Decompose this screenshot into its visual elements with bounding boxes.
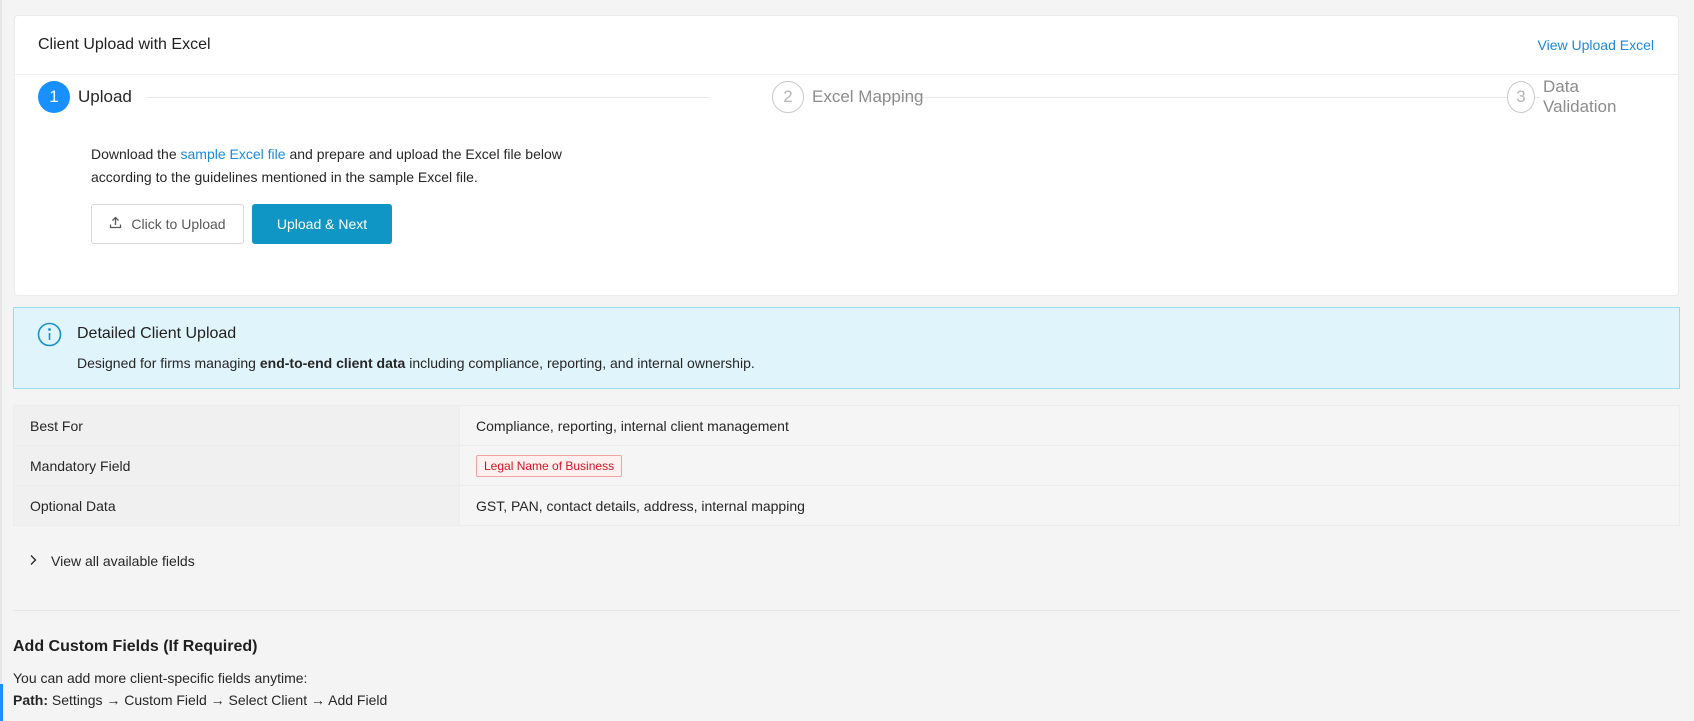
view-all-fields-label: View all available fields xyxy=(51,553,195,569)
info-text-suffix: including compliance, reporting, and int… xyxy=(405,355,755,371)
click-to-upload-label: Click to Upload xyxy=(131,216,226,232)
custom-fields-text: You can add more client-specific fields … xyxy=(13,670,308,686)
step-number: 3 xyxy=(1507,81,1536,113)
steps-progress: 1 Upload 2 Excel Mapping 3 Data Validati… xyxy=(23,77,1642,116)
step-connector xyxy=(146,97,710,98)
info-title: Detailed Client Upload xyxy=(77,325,237,342)
table-value: Legal Name of Business xyxy=(459,445,1680,486)
card-header: Client Upload with Excel View Upload Exc… xyxy=(15,16,1678,75)
step-label: Excel Mapping xyxy=(812,87,924,106)
step-number: 1 xyxy=(38,81,70,113)
step-excel-mapping: 2 Excel Mapping xyxy=(772,81,924,113)
upload-icon xyxy=(109,216,122,232)
table-row: Best For Compliance, reporting, internal… xyxy=(13,405,1680,446)
upload-actions: Click to Upload Upload & Next xyxy=(91,204,392,244)
info-circle-icon xyxy=(37,322,62,347)
custom-fields-title: Add Custom Fields (If Required) xyxy=(13,638,258,655)
step-upload: 1 Upload xyxy=(38,81,132,113)
info-text: Designed for firms managing end-to-end c… xyxy=(77,355,755,371)
table-row: Optional Data GST, PAN, contact details,… xyxy=(13,485,1680,526)
table-key: Optional Data xyxy=(13,485,460,526)
info-alert: Detailed Client Upload Designed for firm… xyxy=(13,307,1680,389)
upload-next-button[interactable]: Upload & Next xyxy=(252,204,392,244)
step-data-validation: 3 Data Validation xyxy=(1507,77,1642,116)
custom-fields-path: Path: Settings → Custom Field → Select C… xyxy=(13,692,387,708)
left-accent-bar xyxy=(0,684,3,721)
table-row: Mandatory Field Legal Name of Business xyxy=(13,445,1680,486)
step-number: 2 xyxy=(772,81,804,113)
table-key: Best For xyxy=(13,405,460,446)
mandatory-field-tag: Legal Name of Business xyxy=(476,454,623,477)
chevron-right-icon xyxy=(29,553,37,569)
click-to-upload-button[interactable]: Click to Upload xyxy=(91,204,244,244)
upload-description: Download the sample Excel file and prepa… xyxy=(91,143,611,189)
table-key: Mandatory Field xyxy=(13,445,460,486)
table-value: Compliance, reporting, internal client m… xyxy=(459,405,1680,446)
step-connector xyxy=(875,97,1540,98)
view-all-fields-toggle[interactable]: View all available fields xyxy=(29,553,195,569)
card-title: Client Upload with Excel xyxy=(38,36,211,53)
path-label: Path: xyxy=(13,692,48,708)
info-text-prefix: Designed for firms managing xyxy=(77,355,260,371)
view-upload-excel-link[interactable]: View Upload Excel xyxy=(1538,37,1654,53)
info-text-bold: end-to-end client data xyxy=(259,355,406,371)
sample-excel-link[interactable]: sample Excel file xyxy=(181,146,286,162)
path-value: Settings → Custom Field → Select Client … xyxy=(48,692,388,708)
page-left-edge xyxy=(0,0,2,721)
step-label: Upload xyxy=(78,87,132,106)
section-divider xyxy=(13,610,1680,611)
table-value: GST, PAN, contact details, address, inte… xyxy=(459,485,1680,526)
upload-info-table: Best For Compliance, reporting, internal… xyxy=(13,405,1680,526)
step-label: Data Validation xyxy=(1543,77,1617,116)
upload-desc-prefix: Download the xyxy=(91,146,181,162)
